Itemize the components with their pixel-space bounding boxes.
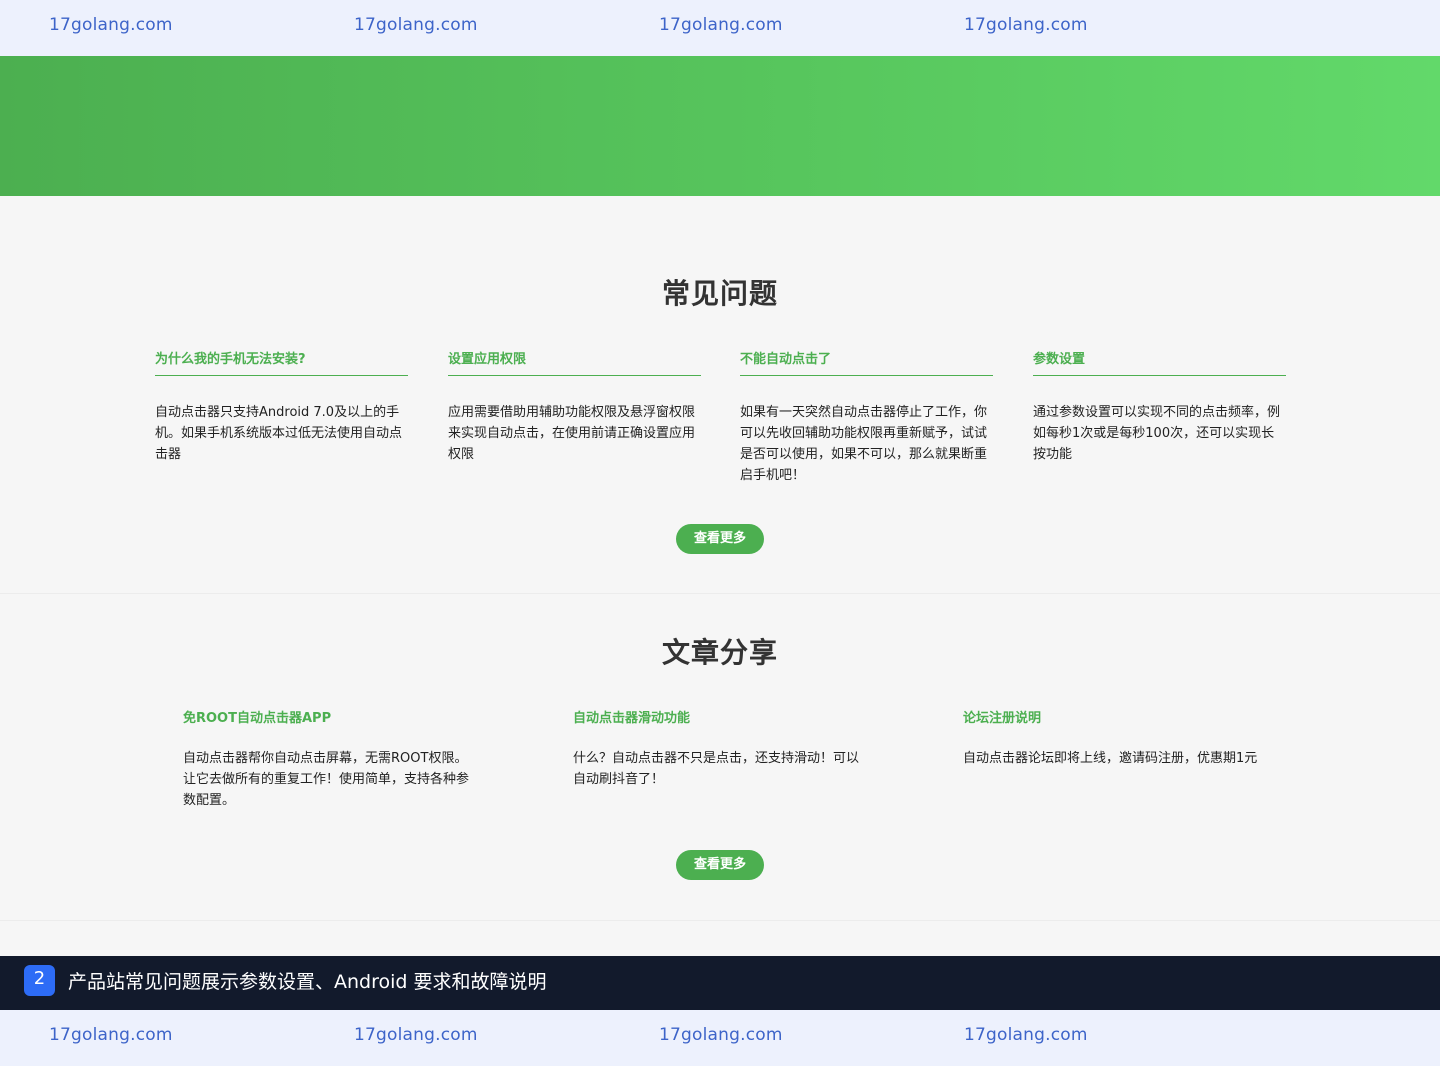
watermark-text: 17golang.com — [964, 1025, 1088, 1045]
faq-card: 不能自动点击了 如果有一天突然自动点击器停止了工作，你可以先收回辅助功能权限再重… — [740, 348, 993, 486]
article-section: 文章分享 免ROOT自动点击器APP 自动点击器帮你自动点击屏幕，无需ROOT权… — [0, 595, 1440, 921]
watermark-text: 17golang.com — [49, 15, 173, 35]
article-card-body: 自动点击器论坛即将上线，邀请码注册，优惠期1元 — [963, 751, 1258, 766]
faq-card-body: 应用需要借助用辅助功能权限及悬浮窗权限来实现自动点击，在使用前请正确设置应用权限 — [448, 405, 696, 462]
caption-step-badge: 2 — [24, 965, 55, 996]
watermark-text: 17golang.com — [49, 1025, 173, 1045]
faq-section: 常见问题 为什么我的手机无法安装? 自动点击器只支持Android 7.0及以上… — [0, 196, 1440, 594]
article-more-button[interactable]: 查看更多 — [676, 850, 764, 880]
faq-section-title: 常见问题 — [661, 277, 778, 310]
faq-card-title[interactable]: 为什么我的手机无法安装? — [155, 348, 408, 376]
watermark-text: 17golang.com — [659, 1025, 783, 1045]
faq-card-title[interactable]: 设置应用权限 — [448, 348, 701, 376]
faq-card-body: 如果有一天突然自动点击器停止了工作，你可以先收回辅助功能权限再重新赋予，试试是否… — [740, 405, 988, 483]
faq-card: 为什么我的手机无法安装? 自动点击器只支持Android 7.0及以上的手机。如… — [155, 348, 408, 465]
caption-bar: 2 产品站常见问题展示参数设置、Android 要求和故障说明 — [0, 956, 1440, 1010]
faq-card-body: 自动点击器只支持Android 7.0及以上的手机。如果手机系统版本过低无法使用… — [155, 405, 403, 462]
article-card: 自动点击器滑动功能 什么？自动点击器不只是点击，还支持滑动！可以自动刷抖音了！ — [573, 707, 869, 790]
faq-card-body: 通过参数设置可以实现不同的点击频率，例如每秒1次或是每秒100次，还可以实现长按… — [1033, 405, 1281, 462]
watermark-text: 17golang.com — [659, 15, 783, 35]
faq-card: 参数设置 通过参数设置可以实现不同的点击频率，例如每秒1次或是每秒100次，还可… — [1033, 348, 1286, 465]
article-card: 免ROOT自动点击器APP 自动点击器帮你自动点击屏幕，无需ROOT权限。让它去… — [183, 707, 479, 811]
article-card-title[interactable]: 论坛注册说明 — [963, 707, 1259, 726]
article-card-title[interactable]: 免ROOT自动点击器APP — [183, 707, 479, 726]
faq-more-button[interactable]: 查看更多 — [676, 524, 764, 554]
faq-card: 设置应用权限 应用需要借助用辅助功能权限及悬浮窗权限来实现自动点击，在使用前请正… — [448, 348, 701, 465]
watermark-bar-bottom: 17golang.com 17golang.com 17golang.com 1… — [0, 1010, 1440, 1066]
watermark-text: 17golang.com — [964, 15, 1088, 35]
article-card-body: 什么？自动点击器不只是点击，还支持滑动！可以自动刷抖音了！ — [573, 751, 860, 787]
hero-banner — [0, 56, 1440, 196]
article-card-body: 自动点击器帮你自动点击屏幕，无需ROOT权限。让它去做所有的重复工作！使用简单，… — [183, 751, 470, 808]
faq-card-title[interactable]: 参数设置 — [1033, 348, 1286, 376]
article-card-title[interactable]: 自动点击器滑动功能 — [573, 707, 869, 726]
watermark-text: 17golang.com — [354, 15, 478, 35]
caption-text: 产品站常见问题展示参数设置、Android 要求和故障说明 — [68, 971, 547, 993]
faq-card-title[interactable]: 不能自动点击了 — [740, 348, 993, 376]
watermark-bar-top: 17golang.com 17golang.com 17golang.com 1… — [0, 0, 1440, 56]
article-section-title: 文章分享 — [661, 636, 778, 669]
watermark-text: 17golang.com — [354, 1025, 478, 1045]
article-card: 论坛注册说明 自动点击器论坛即将上线，邀请码注册，优惠期1元 — [963, 707, 1259, 769]
